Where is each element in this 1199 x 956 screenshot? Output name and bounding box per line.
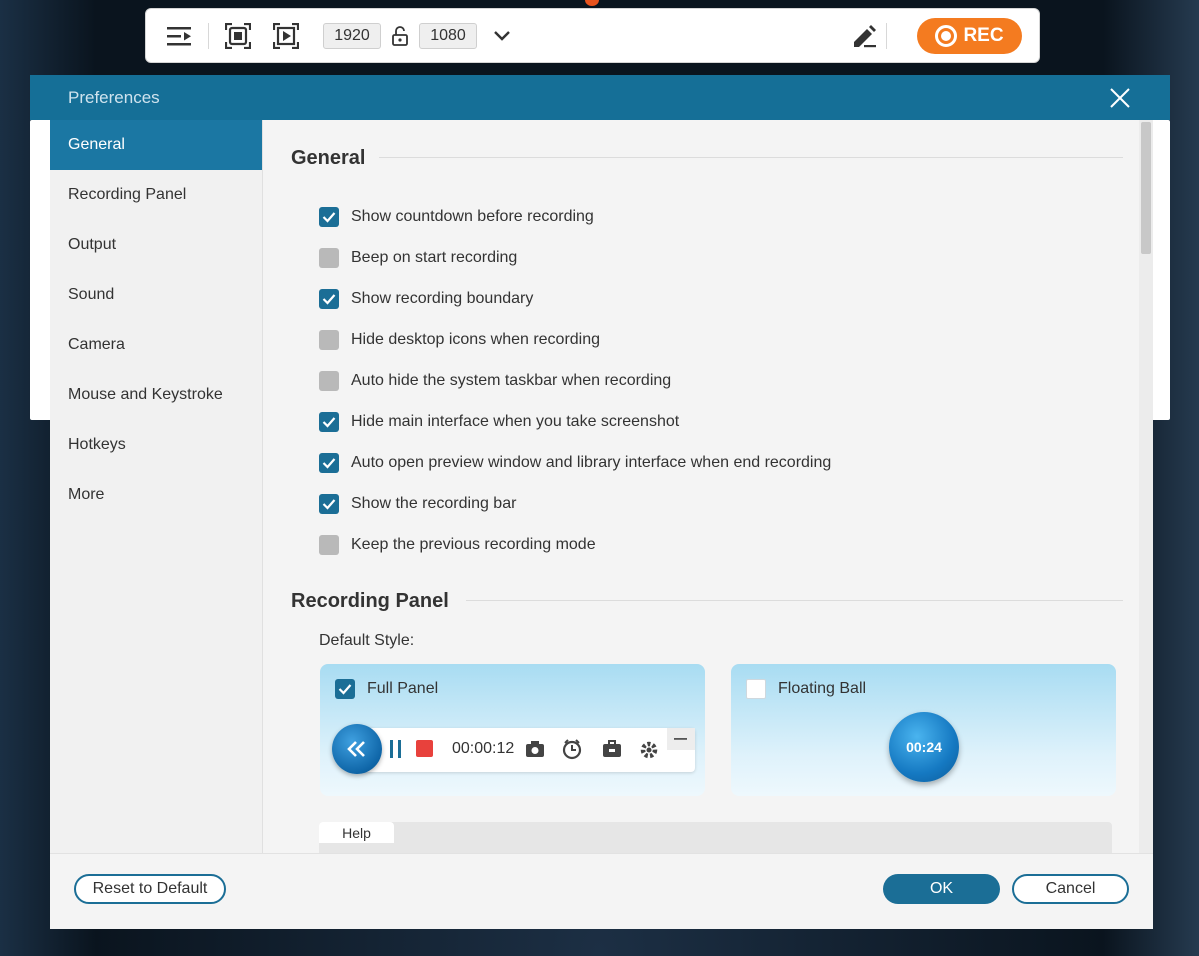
checkbox-unchecked[interactable] xyxy=(319,371,339,391)
preferences-dialog: Preferences General Recording Panel Outp… xyxy=(30,75,1170,929)
toolbar-divider xyxy=(208,22,209,49)
checkbox-checked[interactable] xyxy=(319,453,339,473)
scrollbar[interactable] xyxy=(1139,120,1153,853)
sidebar-item-recording-panel[interactable]: Recording Panel xyxy=(50,170,262,220)
sidebar-item-mouse-and-keystroke[interactable]: Mouse and Keystroke xyxy=(50,370,262,420)
option-label: Beep on start recording xyxy=(351,249,518,266)
option-row[interactable]: Show the recording bar xyxy=(319,493,516,515)
option-row[interactable]: Auto open preview window and library int… xyxy=(319,452,831,474)
option-label: Show countdown before recording xyxy=(351,208,594,225)
aspect-lock-icon[interactable] xyxy=(381,21,419,51)
checkbox-checked[interactable] xyxy=(319,289,339,309)
full-panel-label: Full Panel xyxy=(367,680,439,697)
close-icon[interactable] xyxy=(1108,86,1132,110)
full-panel-option[interactable]: Full Panel xyxy=(335,679,438,699)
dialog-titlebar: Preferences xyxy=(30,75,1170,120)
sidebar-item-camera[interactable]: Camera xyxy=(50,320,262,370)
floating-ball-label: Floating Ball xyxy=(778,680,867,697)
option-row[interactable]: Show countdown before recording xyxy=(319,206,594,228)
option-label: Auto open preview window and library int… xyxy=(351,454,832,471)
full-panel-checkbox[interactable] xyxy=(335,679,355,699)
section-divider xyxy=(466,600,1123,601)
chevron-down-icon[interactable] xyxy=(487,21,517,51)
sidebar-item-general[interactable]: General xyxy=(50,120,262,170)
full-panel-timer: 00:00:12 xyxy=(452,740,515,757)
help-tab[interactable]: Help xyxy=(319,822,394,843)
record-icon xyxy=(935,25,958,47)
checkbox-unchecked[interactable] xyxy=(319,535,339,555)
option-label: Auto hide the system taskbar when record… xyxy=(351,372,672,389)
cancel-button[interactable]: Cancel xyxy=(1012,874,1129,904)
option-row[interactable]: Beep on start recording xyxy=(319,247,517,269)
checkbox-checked[interactable] xyxy=(319,207,339,227)
help-panel: Help xyxy=(319,822,1112,853)
general-heading: General xyxy=(291,147,366,169)
option-row[interactable]: Show recording boundary xyxy=(319,288,533,310)
dialog-title: Preferences xyxy=(68,87,160,107)
toolbar-divider xyxy=(886,23,887,49)
menu-collapse-icon[interactable] xyxy=(164,21,194,51)
edit-pen-icon[interactable] xyxy=(849,21,879,51)
fullscreen-capture-icon[interactable] xyxy=(223,21,253,51)
sidebar-item-output[interactable]: Output xyxy=(50,220,262,270)
checkbox-checked[interactable] xyxy=(319,412,339,432)
section-divider xyxy=(379,157,1123,158)
dialog-footer: Reset to Default OK Cancel xyxy=(50,853,1153,929)
rec-label: REC xyxy=(963,25,1004,46)
option-label: Show the recording bar xyxy=(351,495,517,512)
full-panel-preview-bar: 00:00:12 xyxy=(360,728,695,772)
floating-ball-card[interactable]: Floating Ball 00:24 xyxy=(731,664,1116,796)
floating-ball-option[interactable]: Floating Ball xyxy=(746,679,866,699)
option-row[interactable]: Auto hide the system taskbar when record… xyxy=(319,370,671,392)
reset-to-default-button[interactable]: Reset to Default xyxy=(74,874,226,904)
sidebar: General Recording Panel Output Sound Cam… xyxy=(50,120,263,853)
rec-button[interactable]: REC xyxy=(917,18,1022,54)
option-label: Keep the previous recording mode xyxy=(351,536,596,553)
sidebar-item-sound[interactable]: Sound xyxy=(50,270,262,320)
option-row[interactable]: Hide main interface when you take screen… xyxy=(319,411,679,433)
recording-toolbar: 1920 1080 REC xyxy=(145,8,1040,63)
full-panel-card[interactable]: Full Panel 00:00:12 xyxy=(320,664,705,796)
checkbox-unchecked[interactable] xyxy=(319,248,339,268)
option-label: Hide main interface when you take screen… xyxy=(351,413,680,430)
checkbox-unchecked[interactable] xyxy=(319,330,339,350)
floating-ball-checkbox[interactable] xyxy=(746,679,766,699)
option-row[interactable]: Hide desktop icons when recording xyxy=(319,329,600,351)
settings-content: General Show countdown before recording B… xyxy=(263,120,1153,853)
option-label: Hide desktop icons when recording xyxy=(351,331,601,348)
height-input[interactable]: 1080 xyxy=(419,22,477,49)
option-row[interactable]: Keep the previous recording mode xyxy=(319,534,596,556)
sidebar-item-hotkeys[interactable]: Hotkeys xyxy=(50,420,262,470)
ok-button[interactable]: OK xyxy=(883,874,1000,904)
option-label: Show recording boundary xyxy=(351,290,534,307)
scrollbar-thumb[interactable] xyxy=(1141,122,1151,254)
default-style-label: Default Style: xyxy=(319,632,415,649)
width-input[interactable]: 1920 xyxy=(323,22,381,49)
region-capture-icon[interactable] xyxy=(271,21,301,51)
collapse-panel-icon xyxy=(332,724,382,774)
checkbox-checked[interactable] xyxy=(319,494,339,514)
sidebar-item-more[interactable]: More xyxy=(50,470,262,520)
recording-panel-heading: Recording Panel xyxy=(291,590,449,612)
floating-ball-preview: 00:24 xyxy=(889,712,959,782)
